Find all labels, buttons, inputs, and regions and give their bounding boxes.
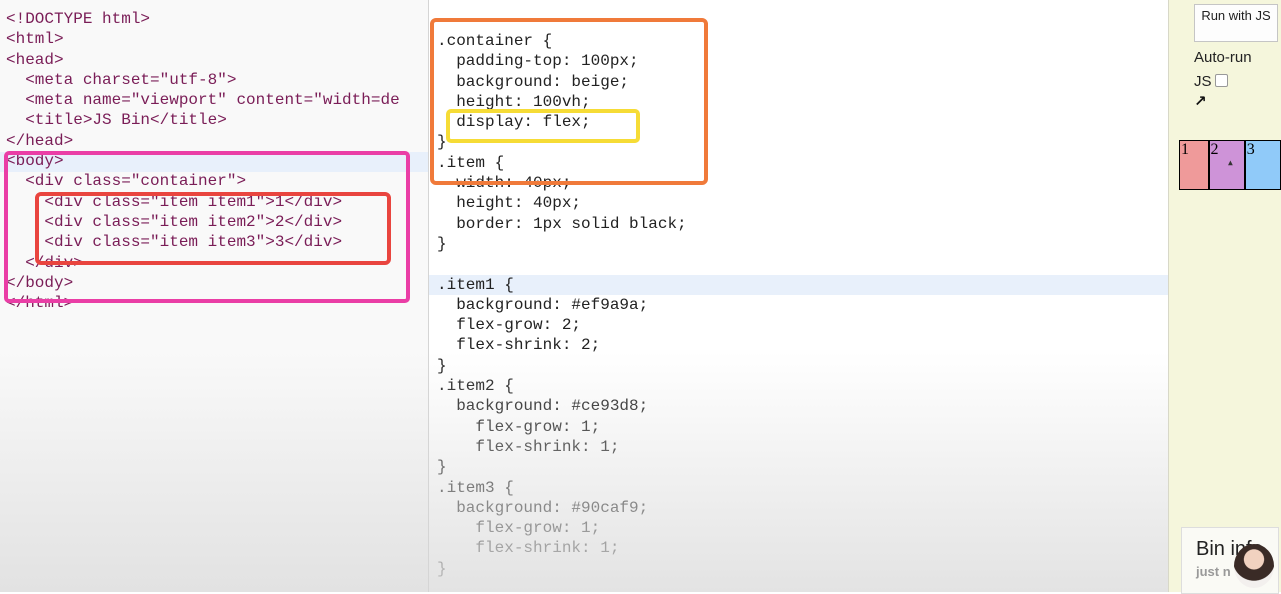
autorun-control: Auto-run JS <box>1194 46 1252 94</box>
demo-item-3: 3 <box>1244 140 1281 190</box>
run-with-js-button[interactable]: Run with JS <box>1194 4 1278 42</box>
code-line: </html> <box>6 294 74 313</box>
code-line: background: beige; <box>437 72 630 91</box>
code-line: background: #ce93d8; <box>437 397 649 416</box>
code-line: .container { <box>437 32 553 50</box>
code-line: <meta charset="utf-8"> <box>6 70 237 89</box>
code-line: flex-grow: 2; <box>437 316 582 335</box>
code-line: height: 100vh; <box>437 92 591 111</box>
code-line: flex-shrink: 1; <box>437 437 620 456</box>
code-line: <html> <box>6 30 64 49</box>
css-editor-pane[interactable]: .container { padding-top: 100px; backgro… <box>429 0 1168 592</box>
html-editor-pane[interactable]: <!DOCTYPE html> <html> <head> <meta charse… <box>0 0 429 592</box>
code-line: } <box>437 458 447 477</box>
code-line: background: #90caf9; <box>437 498 649 517</box>
avatar <box>1234 544 1274 588</box>
code-line: </body> <box>6 273 74 292</box>
css-code[interactable]: .container { padding-top: 100px; backgro… <box>437 31 687 579</box>
demo-item-1: 1 <box>1179 140 1209 190</box>
code-line: flex-grow: 1; <box>437 417 601 436</box>
code-line: width: 40px; <box>437 174 572 193</box>
code-line: } <box>437 559 447 578</box>
code-line: background: #ef9a9a; <box>437 295 649 314</box>
code-line: padding-top: 100px; <box>437 52 639 71</box>
autorun-label: Auto-run <box>1194 49 1252 66</box>
code-line: .item1 { <box>437 275 514 294</box>
demo-item-2: 2 <box>1208 140 1245 190</box>
html-code[interactable]: <!DOCTYPE html> <html> <head> <meta charse… <box>6 9 400 313</box>
code-line: flex-shrink: 1; <box>437 539 620 558</box>
autorun-checkbox[interactable] <box>1214 74 1228 87</box>
code-line: display: flex; <box>437 113 591 132</box>
code-line: flex-grow: 1; <box>437 519 601 538</box>
code-line: <div class="item item3">3</div> <box>6 233 343 252</box>
mouse-cursor-icon: ▲ <box>1228 158 1233 167</box>
code-line: <body> <box>6 152 64 171</box>
code-line: } <box>437 133 447 152</box>
bin-info-subtitle: just n <box>1196 564 1231 579</box>
code-line: flex-shrink: 2; <box>437 336 601 355</box>
code-line: </div> <box>6 253 83 272</box>
code-line: </head> <box>6 131 74 150</box>
code-line: .item2 { <box>437 377 514 396</box>
code-line: <meta name="viewport" content="width=de <box>6 91 400 110</box>
code-line: height: 40px; <box>437 194 582 213</box>
code-line: } <box>437 356 447 375</box>
editor-fade <box>0 352 428 592</box>
code-line: border: 1px solid black; <box>437 214 687 233</box>
code-line: } <box>437 234 447 253</box>
code-line: <div class="container"> <box>6 172 247 191</box>
code-line: <div class="item item2">2</div> <box>6 212 343 231</box>
code-line: <div class="item item1">1</div> <box>6 192 343 211</box>
autorun-js-label: JS <box>1194 73 1212 90</box>
code-line: <title>JS Bin</title> <box>6 111 227 130</box>
code-line: .item3 { <box>437 478 514 497</box>
code-line: <head> <box>6 50 64 69</box>
code-line: .item { <box>437 153 505 172</box>
code-line: <!DOCTYPE html> <box>6 10 151 28</box>
arrow-up-right-icon[interactable]: ↗ <box>1194 92 1207 110</box>
